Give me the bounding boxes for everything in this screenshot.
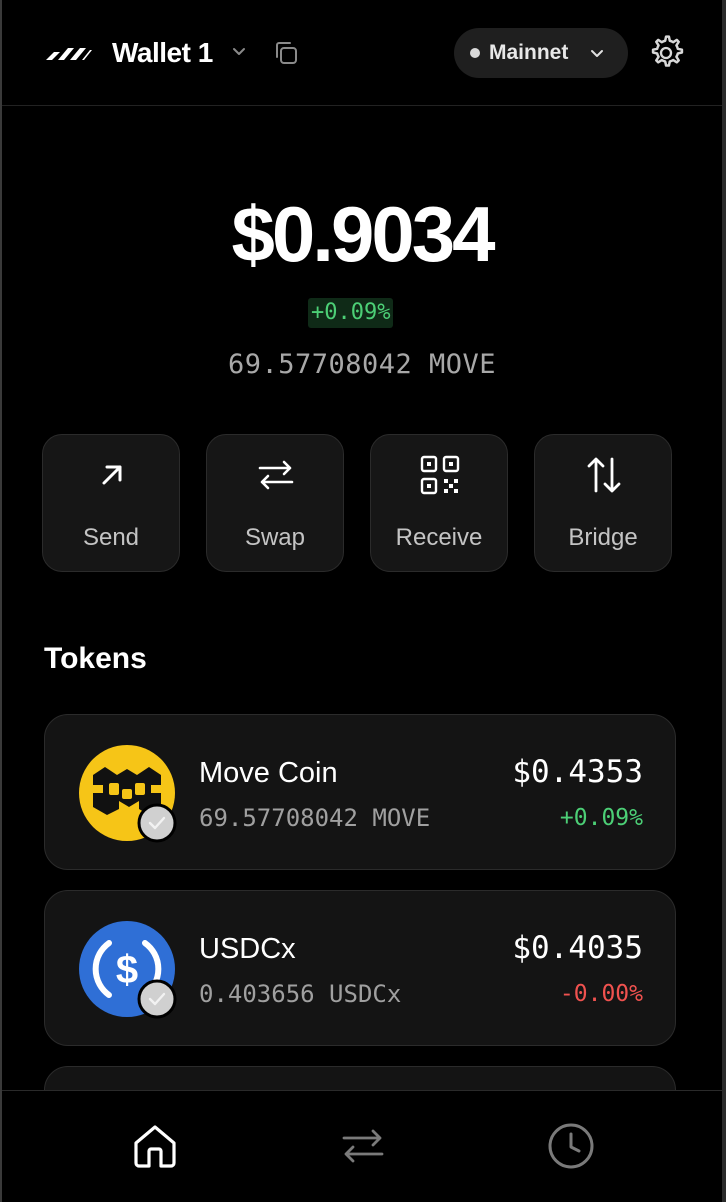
verified-badge-icon (137, 803, 177, 843)
receive-button[interactable]: Receive (370, 434, 508, 572)
token-change: +0.09% (559, 805, 643, 831)
total-balance: $0.9034 (231, 190, 496, 278)
token-amount: 0.403656 USDCx (199, 980, 402, 1008)
balance-change-badge: +0.09% (308, 298, 394, 328)
token-change: -0.00% (559, 981, 643, 1007)
send-label: Send (82, 524, 140, 551)
arrow-up-right-icon (102, 465, 122, 485)
bridge-label: Bridge (568, 524, 638, 551)
wallet-app: Wallet 1 Mainnet $0.9034 +0.09% 69.57708… (2, 0, 722, 1202)
tokens-heading: Tokens (44, 642, 147, 675)
network-label: Mainnet (489, 41, 569, 64)
svg-text:$: $ (116, 948, 138, 992)
gear-icon[interactable] (646, 33, 686, 73)
verified-badge-icon (137, 979, 177, 1019)
qr-code-icon (420, 455, 460, 495)
send-button[interactable]: Send (42, 434, 180, 572)
network-status-dot (470, 48, 480, 58)
bridge-icon (587, 457, 621, 493)
header: Wallet 1 Mainnet (2, 0, 722, 106)
swap-button[interactable]: Swap (206, 434, 344, 572)
token-name: USDCx (199, 933, 296, 965)
token-row-usdcx[interactable]: $ USDCx 0.403656 USDCx $0.4035 -0.00% (44, 890, 676, 1046)
bridge-button[interactable]: Bridge (534, 434, 672, 572)
home-icon[interactable] (130, 1121, 180, 1171)
token-value: $0.4353 (512, 754, 643, 790)
swap-icon (258, 460, 294, 490)
copy-address-icon[interactable] (272, 39, 300, 67)
token-name: Move Coin (199, 757, 338, 789)
bottom-nav (2, 1090, 722, 1202)
chevron-down-icon (591, 50, 603, 57)
history-icon[interactable] (546, 1121, 596, 1171)
swap-label: Swap (244, 524, 306, 551)
token-amount: 69.57708042 MOVE (199, 804, 431, 832)
window-edge (722, 0, 726, 1202)
chevron-down-icon[interactable] (230, 42, 248, 60)
movement-logo[interactable] (44, 44, 92, 62)
token-row-move[interactable]: Move Coin 69.57708042 MOVE $0.4353 +0.09… (44, 714, 676, 870)
network-selector[interactable]: Mainnet (454, 28, 628, 78)
transfer-icon[interactable] (338, 1121, 388, 1171)
receive-label: Receive (395, 524, 483, 551)
wallet-selector[interactable]: Wallet 1 (112, 36, 213, 70)
token-value: $0.4035 (512, 930, 643, 966)
native-balance: 69.57708042 MOVE (227, 349, 497, 380)
